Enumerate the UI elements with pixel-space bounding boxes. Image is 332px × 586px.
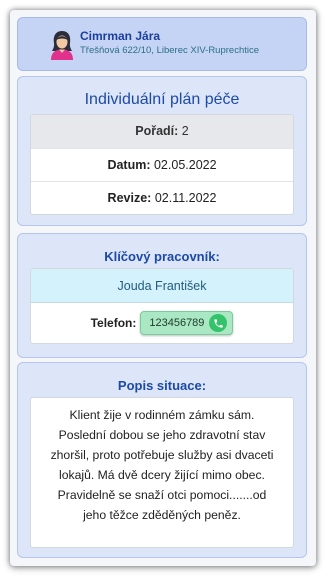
key-worker-title: Klíčový pracovník: — [104, 249, 220, 264]
phone-call-icon — [209, 314, 228, 332]
date-value: 02.05.2022 — [153, 158, 217, 172]
client-address: Třešňová 622/10, Liberec XIV-Ruprechtice — [80, 45, 260, 56]
app-frame: Cimrman Jára Třešňová 622/10, Liberec XI… — [10, 10, 316, 566]
key-worker-card: Klíčový pracovník: Jouda František Telef… — [17, 233, 307, 358]
situation-text: Klient žije v rodinném zámku sám. Posled… — [30, 397, 294, 548]
plan-row-date: Datum: 02.05.2022 — [31, 148, 293, 181]
situation-title: Popis situace: — [117, 378, 207, 393]
key-worker-box: Jouda František Telefon: 123456789 — [30, 268, 294, 344]
client-name: Cimrman Jára — [80, 29, 161, 43]
client-header: Cimrman Jára Třešňová 622/10, Liberec XI… — [17, 17, 307, 71]
date-label: Datum: — [107, 158, 151, 172]
plan-row-revision: Revize: 02.11.2022 — [31, 181, 293, 214]
care-plan-table: Pořadí: 2 Datum: 02.05.2022 Revize: 02.1… — [30, 114, 294, 215]
order-label: Pořadí: — [135, 124, 179, 138]
situation-card: Popis situace: Klient žije v rodinném zá… — [17, 362, 307, 558]
care-plan-card: Individuální plán péče Pořadí: 2 Datum: … — [17, 76, 307, 226]
phone-number: 123456789 — [149, 317, 205, 329]
care-plan-title: Individuální plán péče — [84, 91, 240, 108]
revision-value: 02.11.2022 — [154, 191, 217, 205]
order-value: 2 — [181, 124, 189, 138]
phone-label: Telefon: — [90, 316, 137, 330]
phone-row: Telefon: 123456789 — [31, 303, 293, 343]
call-phone-button[interactable]: 123456789 — [140, 311, 234, 335]
plan-row-order: Pořadí: 2 — [31, 115, 293, 148]
revision-label: Revize: — [107, 191, 152, 205]
key-worker-name: Jouda František — [31, 269, 293, 303]
woman-avatar-icon — [50, 30, 74, 60]
